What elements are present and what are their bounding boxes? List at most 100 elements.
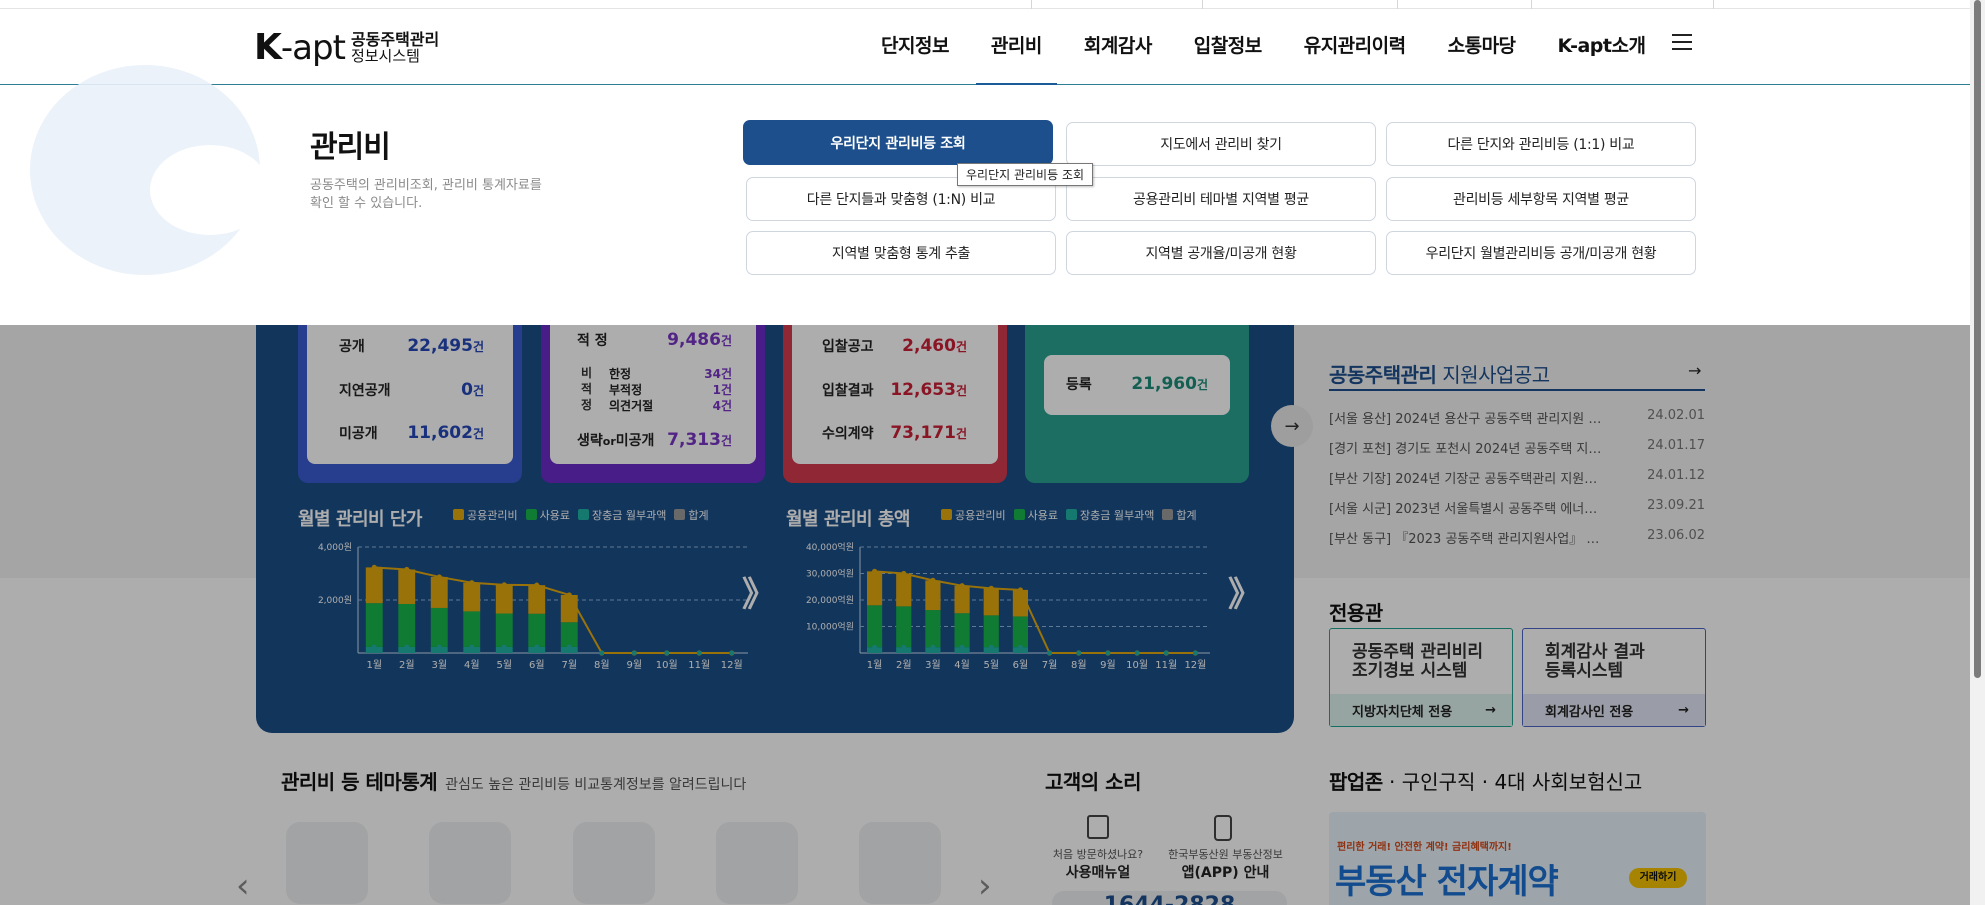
y-tick-label: 20,000억원	[806, 594, 854, 606]
reserve-point	[599, 650, 605, 656]
notice-more-icon[interactable]: →	[1688, 361, 1701, 380]
logo-apt: -apt	[280, 28, 346, 68]
reserve-point	[729, 650, 735, 656]
nav-maintenance-history[interactable]: 유지관리이력	[1283, 9, 1427, 85]
theme-prev-icon[interactable]: ‹	[236, 866, 250, 905]
nav-complex-info[interactable]: 단지정보	[860, 9, 970, 85]
reserve-point	[436, 644, 442, 650]
tooltip: 우리단지 관리비등 조회	[957, 163, 1094, 186]
app-icon	[1214, 815, 1232, 841]
voice-manual[interactable]: 처음 방문하셨나요? 사용매뉴얼	[1052, 846, 1144, 882]
menu-compare-1to1[interactable]: 다른 단지와 관리비등 (1:1) 비교	[1386, 122, 1696, 166]
notice-item[interactable]: [부산 동구] 『2023 공동주택 관리지원사업』 … 23.06.02	[1329, 528, 1705, 547]
menu-detail-regional-avg[interactable]: 관리비등 세부항목 지역별 평균	[1386, 177, 1696, 221]
notice-item[interactable]: [서울 용산] 2024년 용산구 공동주택 관리지원 … 24.02.01	[1329, 408, 1705, 427]
nav-accounting-audit[interactable]: 회계감사	[1063, 9, 1173, 85]
menu-fee-map[interactable]: 지도에서 관리비 찾기	[1066, 122, 1376, 166]
vertical-scrollbar[interactable]	[1970, 0, 1985, 905]
arrow-right-icon: →	[1678, 702, 1689, 718]
logo-k: K	[254, 27, 282, 68]
decorative-cutout	[150, 145, 270, 235]
menu-our-complex-fee[interactable]: 우리단지 관리비등 조회	[743, 120, 1053, 165]
chart1-next-icon[interactable]: 》	[742, 567, 776, 616]
notice-item[interactable]: [부산 기장] 2024년 기장군 공동주택관리 지원… 24.01.12	[1329, 468, 1705, 487]
bid-row-result: 입찰결과 12,653건	[822, 380, 967, 400]
bar-usage	[925, 610, 941, 648]
notice-item[interactable]: [경기 포천] 경기도 포천시 2024년 공동주택 지… 24.01.17	[1329, 438, 1705, 457]
logo-line1: 공동주택관리	[350, 30, 440, 49]
phone-number[interactable]: 1644-2828	[1052, 891, 1287, 905]
box-title: 공동주택 관리비리 조기경보 시스템	[1352, 642, 1484, 681]
reserve-point	[872, 644, 877, 650]
chart2-next-icon[interactable]: 》	[1228, 567, 1262, 616]
nav-about-kapt[interactable]: K-apt소개	[1537, 9, 1667, 85]
reserve-point	[404, 644, 410, 650]
total-point	[566, 592, 572, 598]
early-warning-system-box[interactable]: 공동주택 관리비리 조기경보 시스템 지방자치단체 전용 →	[1329, 628, 1513, 727]
reserve-point	[501, 644, 507, 650]
notice-item[interactable]: [서울 시군] 2023년 서울특별시 공동주택 에너… 23.09.21	[1329, 498, 1705, 517]
reserve-point	[1047, 650, 1052, 656]
audit-row-improper: 부적정 1건	[609, 383, 732, 397]
nav-community[interactable]: 소통마당	[1427, 9, 1537, 85]
bar-common	[463, 582, 481, 612]
slider-next-button[interactable]: →	[1271, 405, 1313, 447]
total-point	[988, 585, 994, 591]
reserve-point	[631, 650, 637, 656]
bar-usage	[867, 605, 883, 648]
total-point	[469, 580, 475, 586]
menu-theme-regional-avg[interactable]: 공용관리비 테마별 지역별 평균	[1066, 177, 1376, 221]
x-tick-label: 6월	[1013, 659, 1029, 671]
e-contract-banner[interactable]: 편리한 거래! 안전한 계약! 금리혜택까지! 부동산 전자계약 거래하기	[1329, 812, 1706, 905]
x-tick-label: 9월	[626, 659, 642, 671]
bar-common	[528, 585, 546, 614]
x-tick-label: 2월	[896, 659, 912, 671]
money-won-icon[interactable]	[716, 822, 798, 904]
bar-usage	[560, 622, 578, 647]
nav-management-fee[interactable]: 관리비	[970, 9, 1063, 86]
site-logo[interactable]: K -apt 공동주택관리 정보시스템	[254, 27, 439, 69]
menu-monthly-disclosure[interactable]: 우리단지 월별관리비등 공개/미공개 현황	[1386, 231, 1696, 275]
chart1-legend: 공용관리비 사용료 장충금 월부과액 합계	[453, 507, 709, 523]
total-point	[404, 566, 410, 573]
theme-next-icon[interactable]: ›	[978, 866, 992, 905]
voice-app[interactable]: 한국부동산원 부동산정보 앱(APP) 안내	[1163, 846, 1288, 882]
reserve-point	[534, 644, 540, 650]
total-point	[930, 577, 936, 583]
popup-heading: 팝업존 · 구인구직 · 4대 사회보험신고	[1329, 770, 1643, 794]
hamburger-icon[interactable]	[1672, 34, 1692, 54]
bar-usage	[896, 606, 912, 648]
voice-title: 고객의 소리	[1045, 770, 1141, 794]
banner-button[interactable]: 거래하기	[1629, 868, 1687, 888]
notice-title: 공동주택관리 지원사업공고	[1329, 363, 1550, 387]
bar-usage	[430, 607, 448, 647]
x-tick-label: 9월	[1100, 659, 1116, 671]
arrow-right-icon: →	[1485, 702, 1496, 718]
audit-result-system-box[interactable]: 회계감사 결과 등록시스템 회계감사인 전용 →	[1522, 628, 1706, 727]
logo-line2: 정보시스템	[350, 47, 420, 65]
box-footer: 회계감사인 전용 →	[1523, 694, 1705, 726]
menu-disclosure-rate[interactable]: 지역별 공개율/미공개 현황	[1066, 231, 1376, 275]
disclosure-row-undisclosed: 미공개 11,602건	[339, 423, 484, 443]
reserve-point	[1163, 650, 1169, 656]
house-coin-icon[interactable]	[286, 822, 368, 904]
house-transfer-icon[interactable]	[429, 822, 511, 904]
scrollbar-thumb[interactable]	[1974, 0, 1981, 678]
x-tick-label: 8월	[594, 659, 610, 671]
total-line	[374, 566, 732, 654]
apartment-icon[interactable]	[573, 822, 655, 904]
desc-line1: 공동주택의 관리비조회, 관리비 통계자료를	[310, 178, 542, 193]
bar-common	[495, 584, 513, 614]
bar-common	[365, 567, 383, 604]
nav-bid-info[interactable]: 입찰정보	[1173, 9, 1283, 85]
menu-regional-stats[interactable]: 지역별 맞춤형 통계 추출	[746, 231, 1056, 275]
box-title: 회계감사 결과 등록시스템	[1545, 642, 1645, 681]
legend-item: 합계	[1162, 507, 1197, 523]
logo-text: 공동주택관리 정보시스템	[351, 31, 439, 68]
money-chart-icon[interactable]	[859, 822, 941, 904]
banner-subtitle: 편리한 거래! 안전한 계약! 금리혜택까지!	[1337, 842, 1512, 853]
x-tick-label: 3월	[431, 659, 447, 671]
bar-usage	[983, 615, 999, 648]
theme-subtitle: 관심도 높은 관리비등 비교통계정보를 알려드립니다	[445, 777, 747, 793]
total-point	[501, 582, 507, 588]
